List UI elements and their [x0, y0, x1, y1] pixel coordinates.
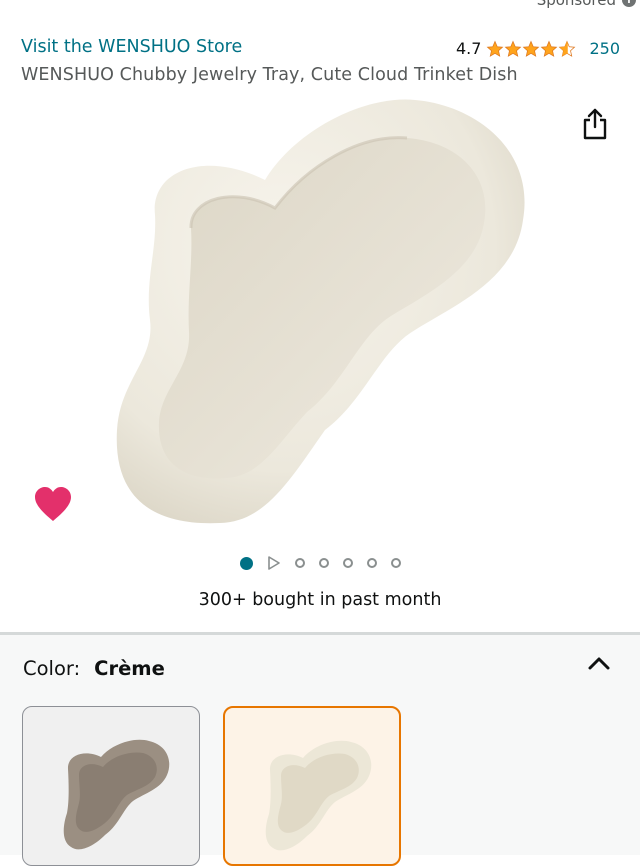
image-carousel-dots	[0, 556, 640, 570]
carousel-dot-active[interactable]	[239, 556, 253, 570]
swatch-creme[interactable]	[223, 706, 401, 866]
sponsored-text: Sponsored	[536, 0, 616, 9]
star-icon	[523, 40, 540, 57]
share-icon	[583, 108, 607, 140]
carousel-dot[interactable]	[318, 558, 329, 568]
carousel-dot[interactable]	[390, 558, 401, 568]
carousel-dot[interactable]	[366, 558, 377, 568]
product-title: WENSHUO Chubby Jewelry Tray, Cute Cloud …	[21, 65, 518, 85]
heart-icon	[35, 487, 71, 521]
rating-value: 4.7	[456, 39, 482, 58]
taupe-dish-thumbnail	[63, 739, 170, 850]
half-star-icon	[559, 40, 576, 57]
chevron-up-icon[interactable]	[586, 651, 612, 675]
swatch-taupe[interactable]	[22, 706, 200, 866]
wishlist-button[interactable]	[33, 486, 73, 524]
star-rating	[486, 40, 576, 58]
color-selector: Color: Crème	[0, 635, 640, 866]
rating-summary[interactable]: 4.7 250	[456, 39, 620, 58]
video-play-icon[interactable]	[267, 556, 281, 570]
carousel-dot[interactable]	[294, 558, 305, 568]
info-icon[interactable]: i	[622, 0, 636, 7]
carousel-dot[interactable]	[342, 558, 353, 568]
color-value: Crème	[94, 657, 165, 680]
color-label: Color:	[23, 657, 81, 680]
store-link[interactable]: Visit the WENSHUO Store	[21, 37, 242, 57]
review-count[interactable]: 250	[589, 39, 620, 58]
star-icon	[541, 40, 558, 57]
creme-dish-thumbnail	[265, 740, 372, 851]
color-label-row: Color: Crème	[23, 657, 165, 680]
product-image[interactable]	[95, 90, 535, 535]
share-button[interactable]	[578, 107, 612, 141]
bought-count: 300+ bought in past month	[198, 590, 442, 610]
star-icon	[487, 40, 504, 57]
star-icon	[505, 40, 522, 57]
sponsored-label[interactable]: Sponsored i	[537, 0, 636, 9]
